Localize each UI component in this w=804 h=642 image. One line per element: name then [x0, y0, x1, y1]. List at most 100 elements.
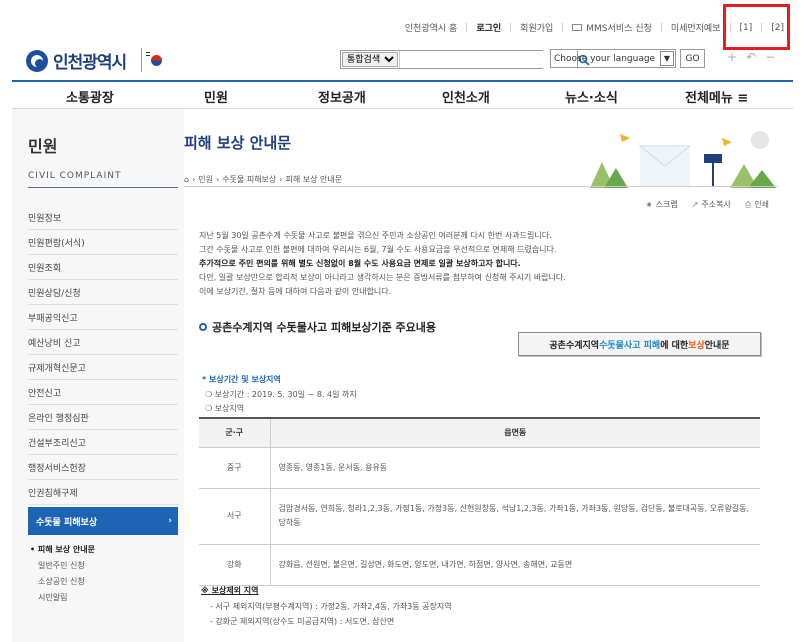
submenu-item-active[interactable]: • 피해 보상 안내문: [28, 541, 178, 557]
sidebar-item[interactable]: 안전신고: [28, 380, 178, 405]
sidebar-item[interactable]: 인권침해구제: [28, 480, 178, 505]
logo[interactable]: 인천광역시: [26, 48, 127, 73]
guide-text: 에 대한: [660, 340, 689, 351]
sidebar-item[interactable]: 민원편람(서식): [28, 230, 178, 255]
divider: [28, 187, 178, 188]
search-box: 통합검색: [340, 50, 590, 69]
print-button[interactable]: ⎙ 인쇄: [745, 199, 769, 210]
table-cell-dong: 강화읍, 선원면, 불은면, 길상면, 화도면, 양도면, 내가면, 하점면, …: [270, 544, 760, 586]
gnb-item-communication[interactable]: 소통광장: [66, 87, 114, 106]
sidebar-item[interactable]: 규제개혁신문고: [28, 355, 178, 380]
submenu-item[interactable]: 소상공인 신청: [28, 573, 178, 589]
taegukgi-icon: [141, 48, 169, 72]
page-title: 피해 보상 안내문: [184, 134, 292, 152]
guide-notice-button[interactable]: 공촌수계지역 수돗물사고 피해 에 대한 보상 안내문: [518, 332, 761, 356]
print-label: 인쇄: [754, 200, 769, 209]
sidebar-item[interactable]: 건설부조리신고: [28, 430, 178, 455]
breadcrumb-item[interactable]: 민원: [198, 174, 213, 185]
sidebar-item[interactable]: 예산낭비 신고: [28, 330, 178, 355]
home-icon[interactable]: ⌂: [184, 175, 189, 184]
gnb-item-civil[interactable]: 민원: [204, 87, 228, 106]
submenu-item[interactable]: 일반주민 신청: [28, 557, 178, 573]
utility-bar: 인천광역시 홈 로그인 회원가입 MMS서비스 신청 미세먼지예보 [1] [2…: [0, 0, 804, 50]
sub-heading: * 보상기간 및 보상지역: [202, 375, 281, 384]
table-header: 읍면동: [270, 417, 760, 448]
period-info: ❍ 보상기간 : 2019. 5. 30일 ~ 8. 4일 까지 ❍ 보상지역: [205, 388, 357, 416]
zoom-in-icon[interactable]: +: [727, 50, 737, 64]
gnb-item-disclosure[interactable]: 정보공개: [318, 87, 366, 106]
table-header: 군·구: [199, 417, 271, 448]
header-illustration: [590, 131, 776, 188]
table-cell-gu: 강화: [199, 544, 271, 586]
guide-text-accent: 보상: [688, 340, 705, 351]
table-cell-gu: 중구: [199, 447, 271, 489]
intro-text: 지난 5월 30일 공촌수계 수돗물 사고로 불편을 겪으신 주민과 소상공인 …: [199, 229, 759, 299]
breadcrumb-sep: ›: [216, 175, 220, 184]
sidebar-item[interactable]: 행정서비스헌장: [28, 455, 178, 480]
copy-url-label: 주소복사: [701, 200, 731, 209]
mms-link[interactable]: MMS서비스 신청: [586, 21, 652, 34]
mail-icon: [572, 24, 583, 31]
copy-url-button[interactable]: ↗ 주소복사: [692, 199, 731, 210]
breadcrumb-item[interactable]: 수돗물 피해보상: [222, 174, 276, 185]
print-icon: ⎙: [744, 200, 752, 209]
scrap-label: 스크랩: [655, 200, 678, 209]
chevron-right-icon: ›: [168, 516, 172, 526]
exclusion-title: ※ 보상제외 지역: [201, 586, 259, 595]
gnb-item-news[interactable]: 뉴스·소식: [565, 87, 618, 106]
sidebar-item-label: 수돗물 피해보상: [36, 517, 98, 528]
zoom-out-icon[interactable]: −: [765, 50, 775, 64]
divider: [466, 23, 468, 32]
exclusion-list: - 서구 제외지역(부평수계지역) : 가정2동, 가좌2,4동, 가좌3동 공…: [210, 599, 452, 629]
sidebar-item[interactable]: 부패공익신고: [28, 305, 178, 330]
language-select[interactable]: Choose your language ▼: [550, 49, 676, 68]
go-button[interactable]: GO: [680, 49, 705, 68]
logo-text: 인천광역시: [53, 53, 127, 73]
region-table: 군·구 읍면동 중구 영종동, 영종1동, 운서동, 용유동 서구 검암경서동,…: [199, 417, 760, 586]
sidebar-item[interactable]: 온라인 행정심판: [28, 405, 178, 430]
breadcrumb: ⌂ › 민원 › 수돗물 피해보상 › 피해 보상 안내문: [184, 174, 342, 185]
sidebar-subtitle: CIVIL COMPLAINT: [28, 171, 122, 181]
join-link[interactable]: 회원가입: [520, 21, 553, 34]
table-cell-gu: 서구: [199, 488, 271, 545]
logo-icon: [26, 49, 48, 72]
intro-line: 지난 5월 30일 공촌수계 수돗물 사고로 불편을 겪으신 주민과 소상공인 …: [199, 231, 552, 240]
sidebar-submenu: • 피해 보상 안내문 일반주민 신청 소상공인 신청 시민알림: [28, 535, 178, 605]
table-cell-dong: 검암경서동, 연희동, 청라1,2,3동, 가정1동, 가정3동, 신현원창동,…: [270, 488, 760, 545]
intro-line: 그간 수돗물 사고로 인한 불편에 대하여 우리시는 6월, 7월 수도 사용요…: [199, 245, 557, 254]
scrap-button[interactable]: ★ 스크랩: [645, 199, 677, 210]
guide-text: 안내문: [704, 340, 730, 351]
sidebar-item-active[interactable]: 수돗물 피해보상 ›: [28, 507, 178, 535]
sidebar-item[interactable]: 민원정보: [28, 205, 178, 230]
divider: [660, 23, 662, 32]
divider: [510, 23, 512, 32]
sidebar-item[interactable]: 민원상담/신청: [28, 280, 178, 305]
home-link[interactable]: 인천광역시 홈: [405, 21, 458, 34]
sidebar: 민원 CIVIL COMPLAINT 민원정보 민원편람(서식) 민원조회 민원…: [12, 109, 184, 642]
zoom-reset-icon[interactable]: ↶: [746, 50, 756, 64]
table-row: 강화 강화읍, 선원면, 불은면, 길상면, 화도면, 양도면, 내가면, 하점…: [199, 544, 760, 586]
zoom-controls: + ↶ −: [727, 50, 775, 64]
bullet-icon: [199, 323, 207, 331]
gnb-item-all-menu[interactable]: 전체메뉴 ≡: [685, 87, 748, 106]
table-header-row: 군·구 읍면동: [199, 417, 760, 448]
submenu-item[interactable]: 시민알림: [28, 589, 178, 605]
breadcrumb-item[interactable]: 피해 보상 안내문: [285, 174, 342, 185]
exclusion-item: - 강화군 제외지역(상수도 미공급지역) : 서도면, 삼산면: [210, 617, 395, 626]
breadcrumb-sep: ›: [192, 175, 196, 184]
sidebar-item[interactable]: 민원조회: [28, 255, 178, 280]
table-row: 서구 검암경서동, 연희동, 청라1,2,3동, 가정1동, 가정3동, 신현원…: [199, 488, 760, 545]
sidebar-title: 민원: [28, 137, 58, 156]
header: 인천광역시 통합검색 Choose your language ▼ GO + ↶…: [0, 40, 804, 80]
search-scope-select[interactable]: 통합검색: [342, 52, 398, 67]
login-link[interactable]: 로그인: [476, 21, 501, 34]
dust-forecast-link[interactable]: 미세먼지예보: [671, 21, 721, 34]
region-label: ❍ 보상지역: [205, 404, 245, 413]
breadcrumb-sep: ›: [279, 175, 283, 184]
global-nav: 소통광장 민원 정보공개 인천소개 뉴스·소식 전체메뉴 ≡: [12, 80, 793, 109]
divider: [562, 23, 564, 32]
gnb-item-about[interactable]: 인천소개: [442, 87, 490, 106]
exclusion-item: - 서구 제외지역(부평수계지역) : 가정2동, 가좌2,4동, 가좌3동 공…: [210, 602, 452, 611]
intro-line-strong: 추가적으로 주민 편의를 위해 별도 신청없이 8월 수도 사용요금 면제로 일…: [199, 259, 521, 268]
table-cell-dong: 영종동, 영종1동, 운서동, 용유동: [270, 447, 760, 489]
